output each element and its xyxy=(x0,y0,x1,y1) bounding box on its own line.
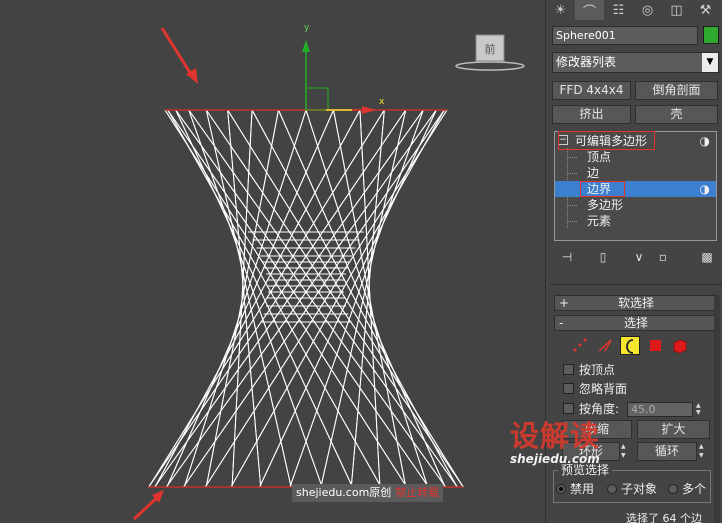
panel-tabs: ☀ ⌒ ☷ ◎ ◫ ⚒ xyxy=(546,0,722,22)
light-bulb-icon[interactable]: ◑ xyxy=(700,181,710,197)
preview-subobject-radio[interactable]: 子对象 xyxy=(607,482,657,496)
panel-scrollbar[interactable] xyxy=(714,296,720,523)
object-name-field[interactable]: Sphere001 xyxy=(552,26,698,45)
make-unique-icon[interactable]: ∨ xyxy=(630,248,648,266)
element-level-icon[interactable] xyxy=(670,336,690,355)
annotation-arrow-top xyxy=(160,27,198,84)
hierarchy-tab-icon[interactable]: ☷ xyxy=(604,0,633,20)
create-tab-sun-icon[interactable]: ☀ xyxy=(546,0,575,20)
object-color-swatch[interactable] xyxy=(703,26,719,44)
remove-modifier-icon[interactable]: ▫ xyxy=(654,248,672,266)
watermark-site: shejiedu.com xyxy=(296,486,370,499)
shell-button[interactable]: 壳 xyxy=(635,105,718,124)
viewcube[interactable]: 前 xyxy=(454,33,526,73)
checkbox-label: 按顶点 xyxy=(579,363,616,377)
watermark-url: shejiedu.com xyxy=(510,452,600,466)
light-bulb-icon[interactable]: ◑ xyxy=(700,133,710,149)
rollout-selection[interactable]: - 选择 xyxy=(554,315,718,331)
highlight-box-root xyxy=(558,131,655,150)
ignore-backfacing-checkbox[interactable]: 忽略背面 xyxy=(563,381,627,397)
grow-button[interactable]: 扩大 xyxy=(637,420,710,439)
rollout-soft-selection[interactable]: + 软选择 xyxy=(554,295,718,311)
gizmo-x-arrow xyxy=(362,106,376,114)
selection-status-text: 选择了 64 个边 xyxy=(626,512,702,523)
chamfer-profile-button[interactable]: 倒角剖面 xyxy=(635,81,718,100)
ring-spinner-icon[interactable]: ▲ ▼ xyxy=(621,442,631,461)
utilities-tab-icon[interactable]: ⚒ xyxy=(691,0,720,20)
viewport[interactable]: y x 前 shejiedu.com原创 禁止转载 xyxy=(0,0,545,523)
radio-label: 子对象 xyxy=(621,482,658,496)
polygon-level-icon[interactable] xyxy=(646,336,666,355)
ffd-button[interactable]: FFD 4x4x4 xyxy=(552,81,631,100)
spinner-arrows-icon[interactable]: ▲ ▼ xyxy=(696,402,706,417)
border-level-icon[interactable] xyxy=(620,336,640,355)
stack-item-label: 元素 xyxy=(587,214,612,228)
radio-dot[interactable] xyxy=(668,484,678,494)
radio-dot[interactable] xyxy=(607,484,617,494)
show-end-result-icon[interactable]: ▯ xyxy=(594,248,612,266)
angle-spinner-input[interactable]: 45.0 xyxy=(627,402,693,417)
modifier-list-dropdown[interactable]: 修改器列表 ▼ xyxy=(552,52,719,73)
radio-label: 多个 xyxy=(682,482,707,496)
motion-tab-icon[interactable]: ◎ xyxy=(633,0,662,20)
preview-multi-radio[interactable]: 多个 xyxy=(668,482,706,496)
rollout-title: 选择 xyxy=(623,316,648,330)
edge-level-icon[interactable] xyxy=(596,336,616,355)
watermark-brand: 设解读 xyxy=(510,419,601,453)
highlight-box-border xyxy=(580,181,625,197)
preview-disable-radio[interactable]: 禁用 xyxy=(556,482,594,496)
stack-toolbar: ⊣ ▯ ∨ ▫ ▩ xyxy=(554,248,719,268)
checkbox-label: 忽略背面 xyxy=(579,382,628,396)
checkbox-box[interactable] xyxy=(563,364,574,375)
watermark-ban: 禁止转载 xyxy=(395,486,440,499)
stack-item-element[interactable]: 元素 xyxy=(555,213,716,229)
divider xyxy=(550,284,722,285)
checkbox-box[interactable] xyxy=(563,383,574,394)
loop-button[interactable]: 循环 xyxy=(637,442,697,461)
radio-label: 禁用 xyxy=(570,482,595,496)
configure-sets-icon[interactable]: ▩ xyxy=(698,248,716,266)
stack-item-label: 多边形 xyxy=(587,198,624,212)
chevron-down-icon[interactable]: ▼ xyxy=(702,53,718,72)
modifier-list-label: 修改器列表 xyxy=(556,55,617,69)
hourglass-wireframe: y x xyxy=(148,23,464,488)
gizmo-plane-handle xyxy=(305,87,329,111)
watermark-strip: shejiedu.com原创 禁止转载 xyxy=(292,484,444,502)
stack-item-vertex[interactable]: 顶点 xyxy=(555,149,716,165)
by-vertex-checkbox[interactable]: 按顶点 xyxy=(563,362,615,378)
loop-spinner-icon[interactable]: ▲ ▼ xyxy=(699,442,709,461)
modify-tab-icon[interactable]: ⌒ xyxy=(575,0,604,20)
gizmo-x-label: x xyxy=(379,97,385,107)
gizmo-y-arrow xyxy=(302,40,310,52)
radio-dot[interactable] xyxy=(556,484,566,494)
stack-item-polygon[interactable]: 多边形 xyxy=(555,197,716,213)
stack-item-label: 边 xyxy=(587,166,600,180)
stack-item-edge[interactable]: 边 xyxy=(555,165,716,181)
viewcube-face-label: 前 xyxy=(485,42,496,56)
pin-stack-icon[interactable]: ⊣ xyxy=(558,248,576,266)
stack-item-label: 顶点 xyxy=(587,150,612,164)
gizmo-y-label: y xyxy=(304,23,310,33)
extrude-button[interactable]: 挤出 xyxy=(552,105,631,124)
display-tab-icon[interactable]: ◫ xyxy=(662,0,691,20)
vertex-level-icon[interactable] xyxy=(570,336,590,355)
watermark-original: 原创 xyxy=(369,486,392,499)
rollout-title: 软选择 xyxy=(617,296,654,310)
annotation-arrow-bottom xyxy=(132,490,164,521)
